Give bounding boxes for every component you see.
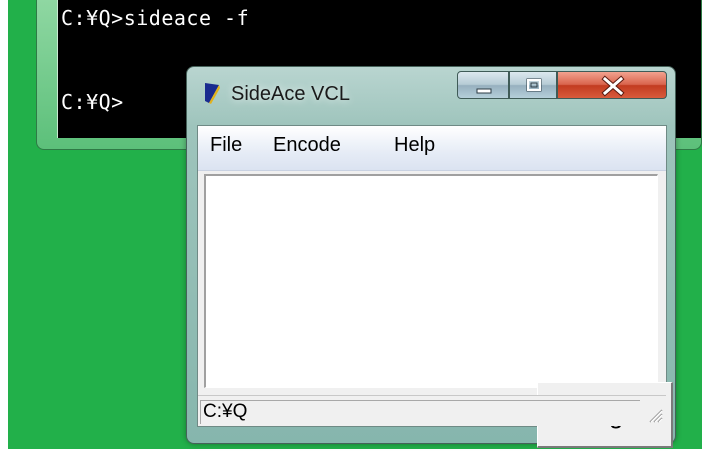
- maximize-button[interactable]: [509, 71, 557, 99]
- console-prompt-line: C:¥Q>: [61, 90, 124, 114]
- close-button[interactable]: [557, 71, 667, 99]
- console-line: C:¥Q>sideace -f: [61, 6, 250, 30]
- close-icon: [601, 75, 625, 97]
- window-client-area: File Encode Help Large C:¥Q: [197, 125, 673, 448]
- sideace-window[interactable]: SideAce VCL File Encode Help C:¥Q: [186, 66, 676, 448]
- menu-file[interactable]: File: [210, 134, 242, 157]
- menu-encode[interactable]: Encode: [273, 134, 341, 157]
- text-edit-area[interactable]: [204, 174, 658, 388]
- maximize-icon: [526, 78, 542, 92]
- minimize-icon: [476, 88, 492, 94]
- status-path: C:¥Q: [200, 400, 640, 424]
- status-bar: C:¥Q: [198, 395, 666, 426]
- title-bar[interactable]: SideAce VCL: [187, 67, 675, 125]
- sideace-app-icon[interactable]: [203, 81, 221, 105]
- resize-grip-icon[interactable]: [644, 404, 664, 424]
- menu-bar: File Encode Help: [198, 126, 666, 171]
- caption-buttons: [457, 71, 667, 99]
- menu-help[interactable]: Help: [394, 134, 435, 157]
- window-title: SideAce VCL: [231, 83, 350, 105]
- minimize-button[interactable]: [457, 71, 509, 99]
